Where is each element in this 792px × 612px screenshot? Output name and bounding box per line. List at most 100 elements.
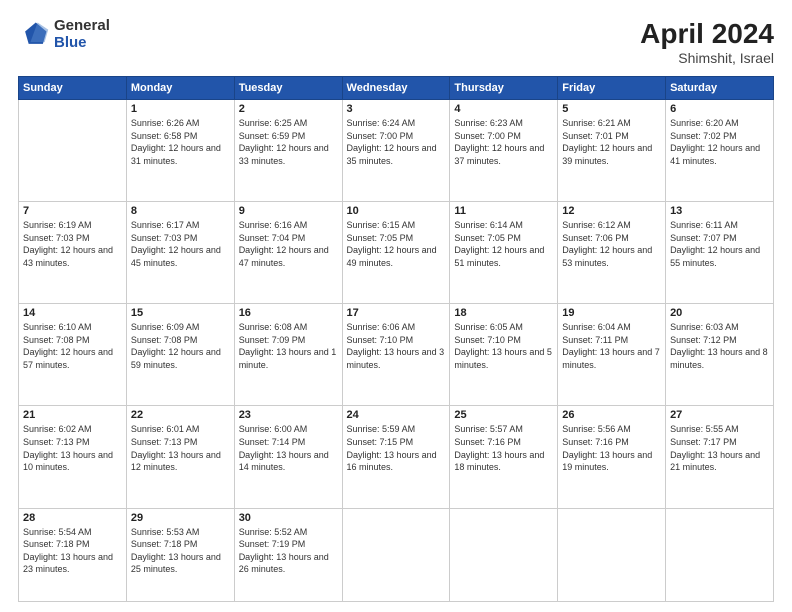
day-info: Sunrise: 6:01 AMSunset: 7:13 PMDaylight:…	[131, 423, 230, 473]
day-number: 26	[562, 409, 661, 421]
calendar-cell	[450, 508, 558, 602]
calendar-cell: 16 Sunrise: 6:08 AMSunset: 7:09 PMDayligh…	[234, 304, 342, 406]
calendar-cell: 14 Sunrise: 6:10 AMSunset: 7:08 PMDayligh…	[19, 304, 127, 406]
day-number: 16	[239, 307, 338, 319]
day-info: Sunrise: 6:15 AMSunset: 7:05 PMDaylight:…	[347, 219, 446, 269]
day-info: Sunrise: 6:26 AMSunset: 6:58 PMDaylight:…	[131, 117, 230, 167]
day-info: Sunrise: 6:21 AMSunset: 7:01 PMDaylight:…	[562, 117, 661, 167]
title-block: April 2024 Shimshit, Israel	[640, 18, 774, 66]
day-info: Sunrise: 6:12 AMSunset: 7:06 PMDaylight:…	[562, 219, 661, 269]
day-number: 24	[347, 409, 446, 421]
calendar-cell: 18 Sunrise: 6:05 AMSunset: 7:10 PMDayligh…	[450, 304, 558, 406]
day-number: 30	[239, 512, 338, 524]
day-info: Sunrise: 6:11 AMSunset: 7:07 PMDaylight:…	[670, 219, 769, 269]
calendar-cell: 26 Sunrise: 5:56 AMSunset: 7:16 PMDayligh…	[558, 406, 666, 508]
logo-general-text: General	[54, 18, 110, 35]
page: General Blue April 2024 Shimshit, Israel…	[0, 0, 792, 612]
day-info: Sunrise: 5:52 AMSunset: 7:19 PMDaylight:…	[239, 526, 338, 576]
day-info: Sunrise: 6:02 AMSunset: 7:13 PMDaylight:…	[23, 423, 122, 473]
calendar-cell: 11 Sunrise: 6:14 AMSunset: 7:05 PMDayligh…	[450, 202, 558, 304]
logo-icon	[18, 19, 50, 51]
day-number: 25	[454, 409, 553, 421]
title-location: Shimshit, Israel	[640, 50, 774, 66]
day-number: 23	[239, 409, 338, 421]
calendar-cell: 1 Sunrise: 6:26 AMSunset: 6:58 PMDaylight…	[126, 100, 234, 202]
calendar-cell	[666, 508, 774, 602]
day-info: Sunrise: 6:20 AMSunset: 7:02 PMDaylight:…	[670, 117, 769, 167]
day-info: Sunrise: 6:08 AMSunset: 7:09 PMDaylight:…	[239, 321, 338, 371]
calendar-table: Sunday Monday Tuesday Wednesday Thursday…	[18, 76, 774, 602]
logo: General Blue	[18, 18, 110, 51]
day-number: 27	[670, 409, 769, 421]
day-number: 14	[23, 307, 122, 319]
day-info: Sunrise: 6:17 AMSunset: 7:03 PMDaylight:…	[131, 219, 230, 269]
calendar-cell: 22 Sunrise: 6:01 AMSunset: 7:13 PMDayligh…	[126, 406, 234, 508]
day-number: 28	[23, 512, 122, 524]
logo-text: General Blue	[54, 18, 110, 51]
header: General Blue April 2024 Shimshit, Israel	[18, 18, 774, 66]
col-thursday: Thursday	[450, 77, 558, 100]
calendar-cell: 7Sunrise: 6:19 AMSunset: 7:03 PMDaylight…	[19, 202, 127, 304]
day-number: 11	[454, 205, 553, 217]
col-sunday: Sunday	[19, 77, 127, 100]
day-info: Sunrise: 5:54 AMSunset: 7:18 PMDaylight:…	[23, 526, 122, 576]
calendar-cell: 12 Sunrise: 6:12 AMSunset: 7:06 PMDayligh…	[558, 202, 666, 304]
day-info: Sunrise: 5:55 AMSunset: 7:17 PMDaylight:…	[670, 423, 769, 473]
calendar-cell: 23 Sunrise: 6:00 AMSunset: 7:14 PMDayligh…	[234, 406, 342, 508]
day-info: Sunrise: 6:03 AMSunset: 7:12 PMDaylight:…	[670, 321, 769, 371]
calendar-cell: 25 Sunrise: 5:57 AMSunset: 7:16 PMDayligh…	[450, 406, 558, 508]
calendar-cell: 24 Sunrise: 5:59 AMSunset: 7:15 PMDayligh…	[342, 406, 450, 508]
calendar-cell: 19Sunrise: 6:04 AMSunset: 7:11 PMDayligh…	[558, 304, 666, 406]
calendar-cell: 20 Sunrise: 6:03 AMSunset: 7:12 PMDayligh…	[666, 304, 774, 406]
calendar-cell	[342, 508, 450, 602]
calendar-cell: 17 Sunrise: 6:06 AMSunset: 7:10 PMDayligh…	[342, 304, 450, 406]
calendar-cell	[19, 100, 127, 202]
calendar-cell: 8Sunrise: 6:17 AMSunset: 7:03 PMDaylight…	[126, 202, 234, 304]
day-info: Sunrise: 5:56 AMSunset: 7:16 PMDaylight:…	[562, 423, 661, 473]
calendar-cell: 27 Sunrise: 5:55 AMSunset: 7:17 PMDayligh…	[666, 406, 774, 508]
calendar-week-2: 7Sunrise: 6:19 AMSunset: 7:03 PMDaylight…	[19, 202, 774, 304]
day-number: 19	[562, 307, 661, 319]
day-info: Sunrise: 6:14 AMSunset: 7:05 PMDaylight:…	[454, 219, 553, 269]
col-monday: Monday	[126, 77, 234, 100]
calendar-cell: 5Sunrise: 6:21 AMSunset: 7:01 PMDaylight…	[558, 100, 666, 202]
day-info: Sunrise: 5:53 AMSunset: 7:18 PMDaylight:…	[131, 526, 230, 576]
calendar-week-4: 21Sunrise: 6:02 AMSunset: 7:13 PMDayligh…	[19, 406, 774, 508]
header-row: Sunday Monday Tuesday Wednesday Thursday…	[19, 77, 774, 100]
day-number: 22	[131, 409, 230, 421]
day-info: Sunrise: 6:19 AMSunset: 7:03 PMDaylight:…	[23, 219, 122, 269]
day-info: Sunrise: 6:06 AMSunset: 7:10 PMDaylight:…	[347, 321, 446, 371]
calendar-cell: 6Sunrise: 6:20 AMSunset: 7:02 PMDaylight…	[666, 100, 774, 202]
day-number: 9	[239, 205, 338, 217]
calendar-cell: 29Sunrise: 5:53 AMSunset: 7:18 PMDayligh…	[126, 508, 234, 602]
calendar-cell: 28 Sunrise: 5:54 AMSunset: 7:18 PMDayligh…	[19, 508, 127, 602]
day-info: Sunrise: 6:24 AMSunset: 7:00 PMDaylight:…	[347, 117, 446, 167]
day-number: 12	[562, 205, 661, 217]
day-info: Sunrise: 5:59 AMSunset: 7:15 PMDaylight:…	[347, 423, 446, 473]
day-number: 10	[347, 205, 446, 217]
day-info: Sunrise: 6:23 AMSunset: 7:00 PMDaylight:…	[454, 117, 553, 167]
day-number: 18	[454, 307, 553, 319]
day-info: Sunrise: 6:00 AMSunset: 7:14 PMDaylight:…	[239, 423, 338, 473]
day-info: Sunrise: 6:16 AMSunset: 7:04 PMDaylight:…	[239, 219, 338, 269]
day-number: 17	[347, 307, 446, 319]
calendar-cell: 30 Sunrise: 5:52 AMSunset: 7:19 PMDayligh…	[234, 508, 342, 602]
calendar-cell: 13Sunrise: 6:11 AMSunset: 7:07 PMDayligh…	[666, 202, 774, 304]
calendar-cell: 10 Sunrise: 6:15 AMSunset: 7:05 PMDayligh…	[342, 202, 450, 304]
day-info: Sunrise: 6:25 AMSunset: 6:59 PMDaylight:…	[239, 117, 338, 167]
day-number: 15	[131, 307, 230, 319]
calendar-cell	[558, 508, 666, 602]
calendar-cell: 9 Sunrise: 6:16 AMSunset: 7:04 PMDaylight…	[234, 202, 342, 304]
title-month: April 2024	[640, 18, 774, 50]
day-info: Sunrise: 5:57 AMSunset: 7:16 PMDaylight:…	[454, 423, 553, 473]
col-saturday: Saturday	[666, 77, 774, 100]
day-number: 2	[239, 103, 338, 115]
day-number: 20	[670, 307, 769, 319]
logo-blue-text: Blue	[54, 35, 110, 52]
day-number: 1	[131, 103, 230, 115]
calendar-cell: 4 Sunrise: 6:23 AMSunset: 7:00 PMDaylight…	[450, 100, 558, 202]
day-info: Sunrise: 6:05 AMSunset: 7:10 PMDaylight:…	[454, 321, 553, 371]
calendar-cell: 21Sunrise: 6:02 AMSunset: 7:13 PMDayligh…	[19, 406, 127, 508]
day-info: Sunrise: 6:10 AMSunset: 7:08 PMDaylight:…	[23, 321, 122, 371]
day-number: 4	[454, 103, 553, 115]
